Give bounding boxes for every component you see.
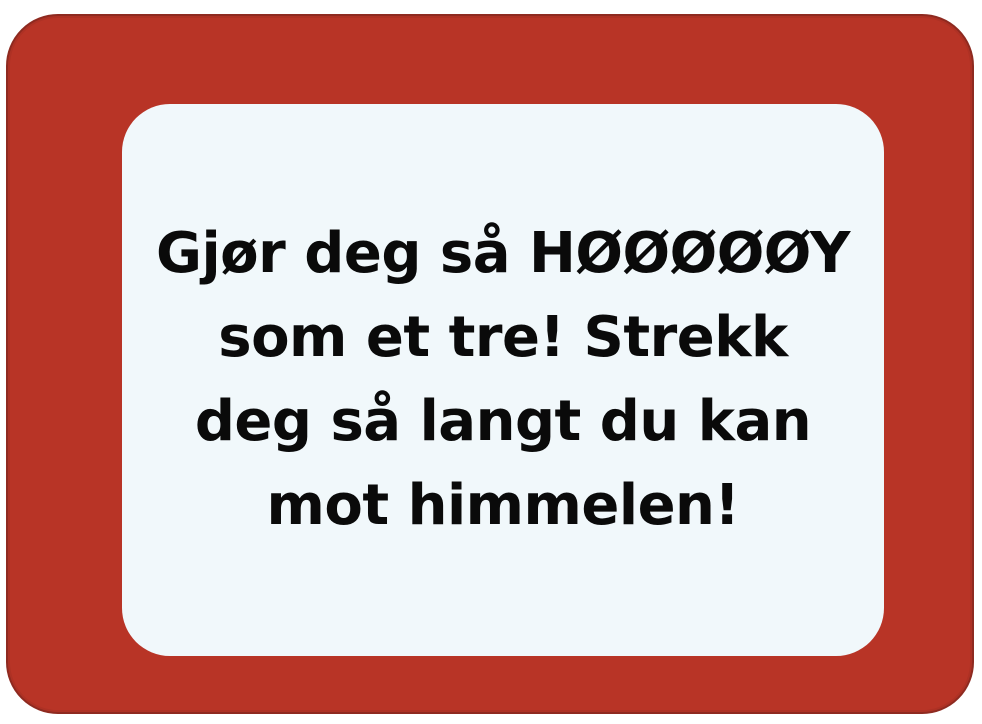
card-message-line-2: som et tre! Strekk <box>218 305 788 370</box>
card-message: Gjør deg så HØØØØØY som et tre! Strekk d… <box>123 212 883 548</box>
card-message-line-1: Gjør deg så HØØØØØY <box>156 221 850 286</box>
card-frame: Gjør deg så HØØØØØY som et tre! Strekk d… <box>6 14 974 714</box>
card-message-line-4: mot himmelen! <box>266 473 740 538</box>
card-message-line-3: deg så langt du kan <box>194 389 812 454</box>
card-panel: Gjør deg så HØØØØØY som et tre! Strekk d… <box>122 104 884 656</box>
